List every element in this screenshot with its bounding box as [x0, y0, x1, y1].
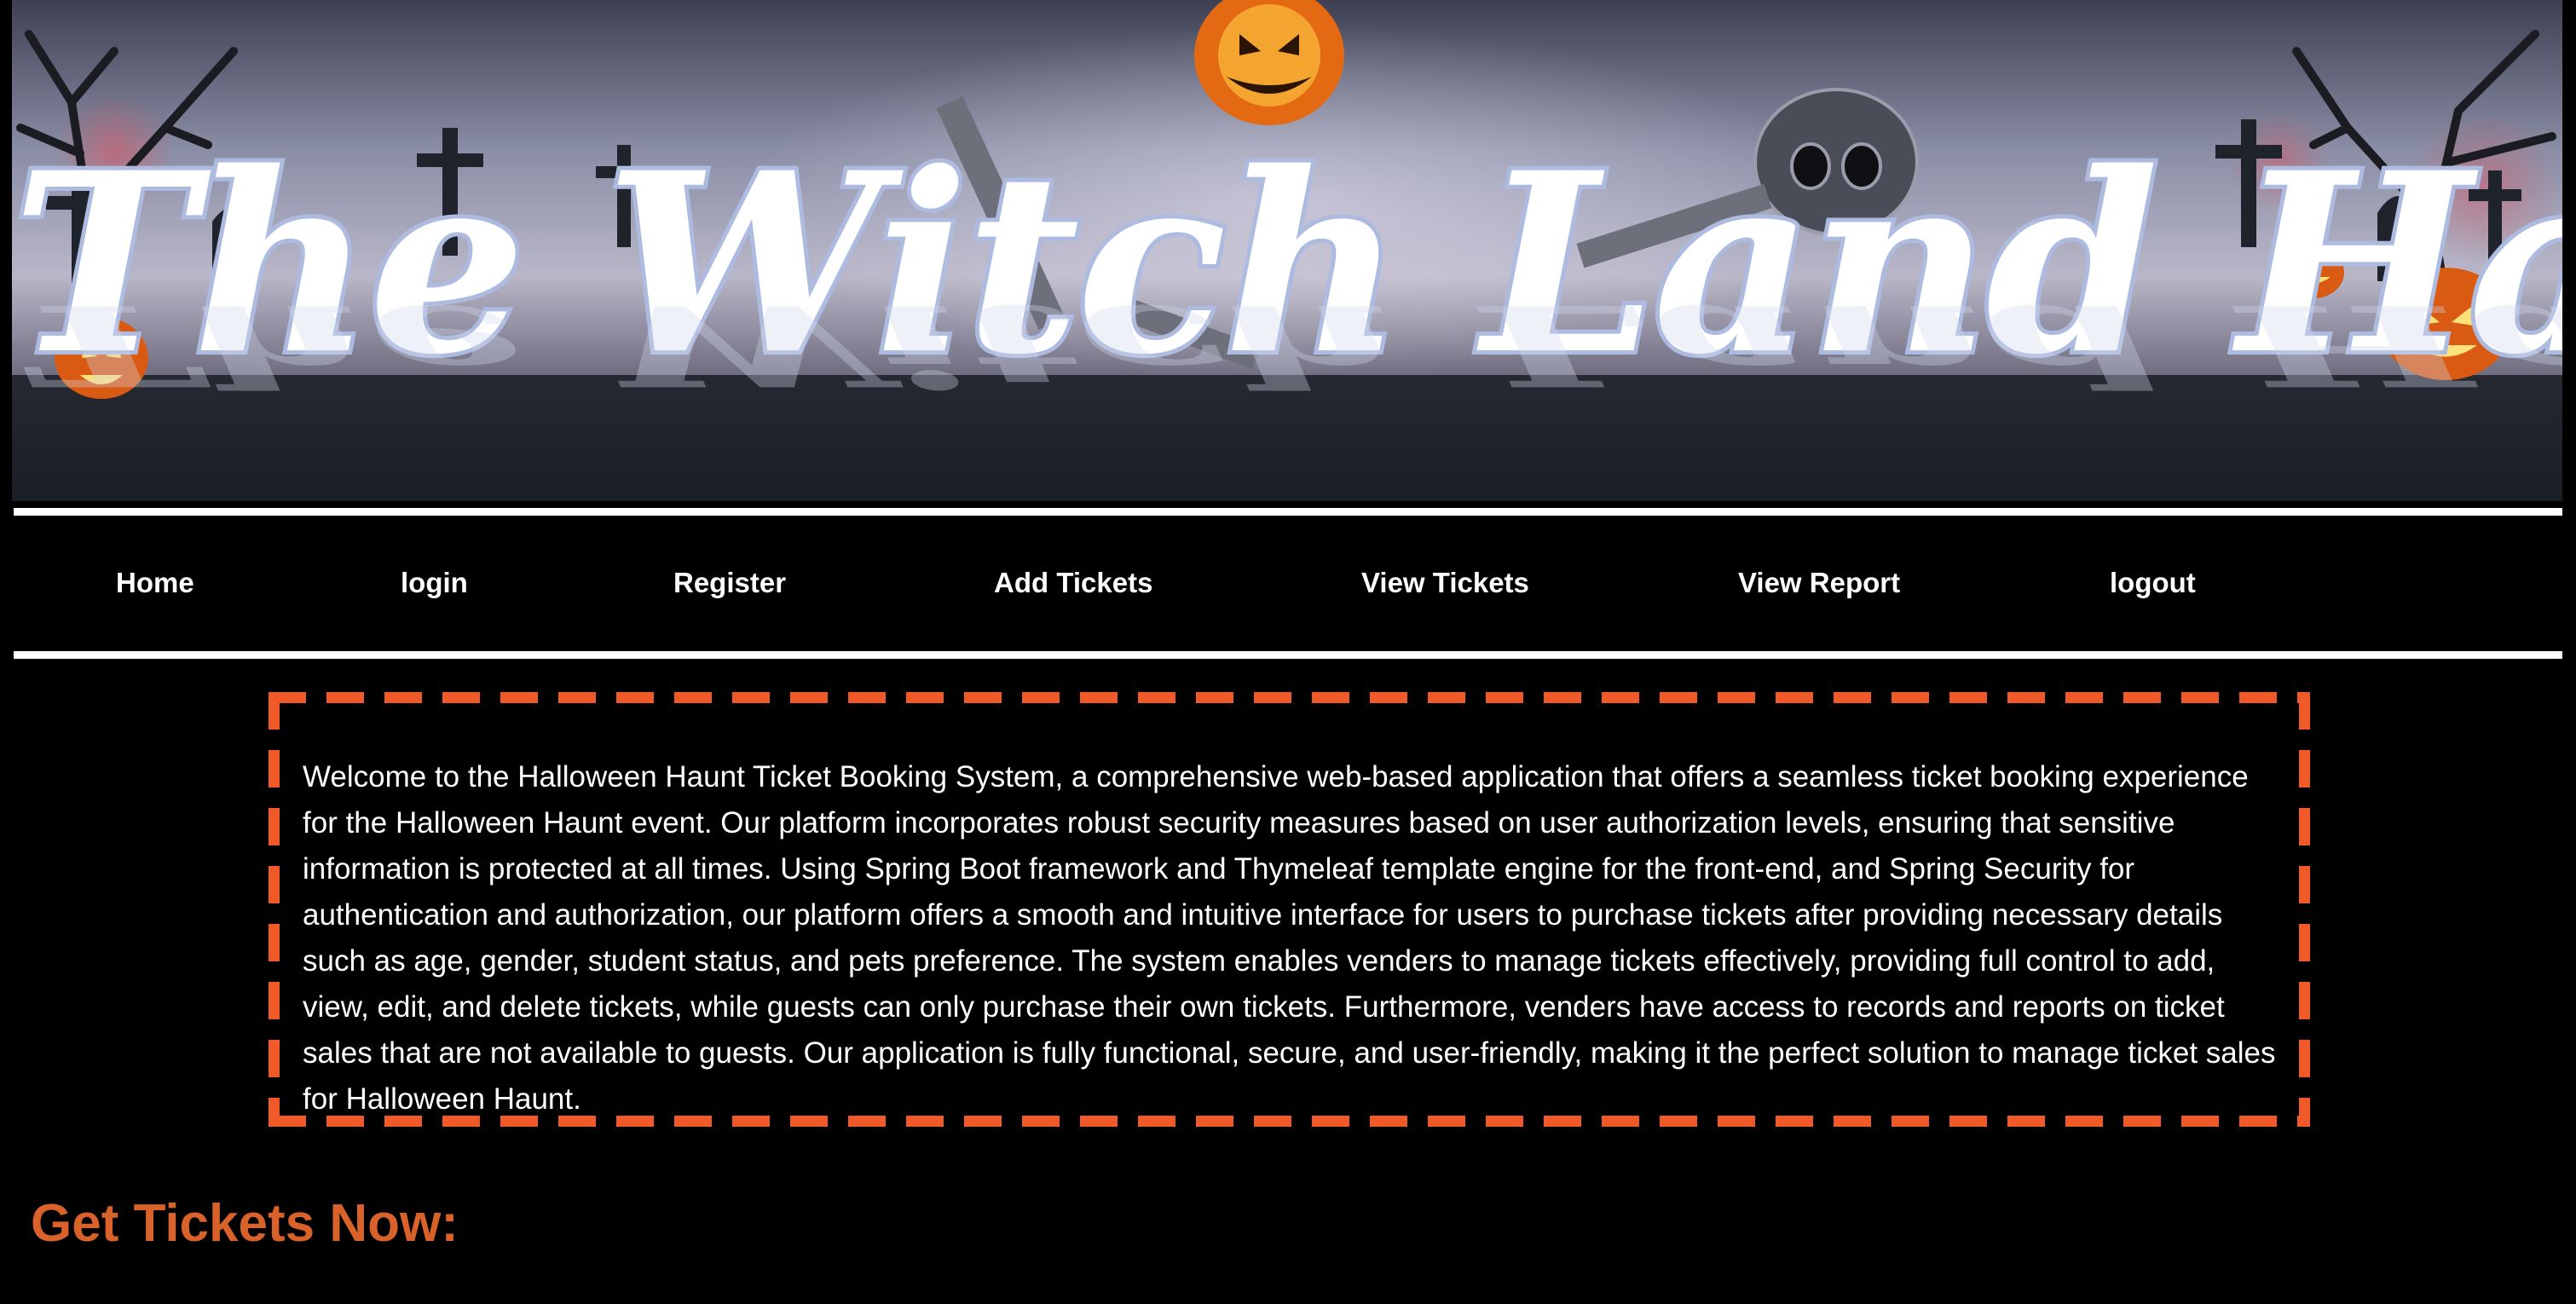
nav-divider-bottom: [14, 651, 2562, 659]
intro-paragraph: Welcome to the Halloween Haunt Ticket Bo…: [303, 760, 2276, 1116]
nav-link-view-tickets[interactable]: View Tickets: [1361, 567, 1529, 599]
nav-link-add-tickets[interactable]: Add Tickets: [994, 567, 1152, 599]
intro-box: Welcome to the Halloween Haunt Ticket Bo…: [269, 692, 2310, 1127]
site-logo-reflection: The Witch Land Haunt: [12, 280, 2562, 411]
pumpkin-center-icon: [1194, 0, 1344, 125]
nav-link-home[interactable]: Home: [116, 567, 194, 599]
nav-link-login[interactable]: login: [401, 567, 468, 599]
nav-link-view-report[interactable]: View Report: [1738, 567, 1900, 599]
nav-link-logout[interactable]: logout: [2110, 567, 2196, 599]
header-banner: The Witch Land Haunt The Witch Land Haun…: [12, 0, 2562, 501]
nav-divider-top: [14, 508, 2562, 516]
get-tickets-heading: Get Tickets Now:: [31, 1194, 459, 1253]
main-nav: Home login Register Add Tickets View Tic…: [0, 516, 2576, 651]
nav-link-register[interactable]: Register: [673, 567, 786, 599]
